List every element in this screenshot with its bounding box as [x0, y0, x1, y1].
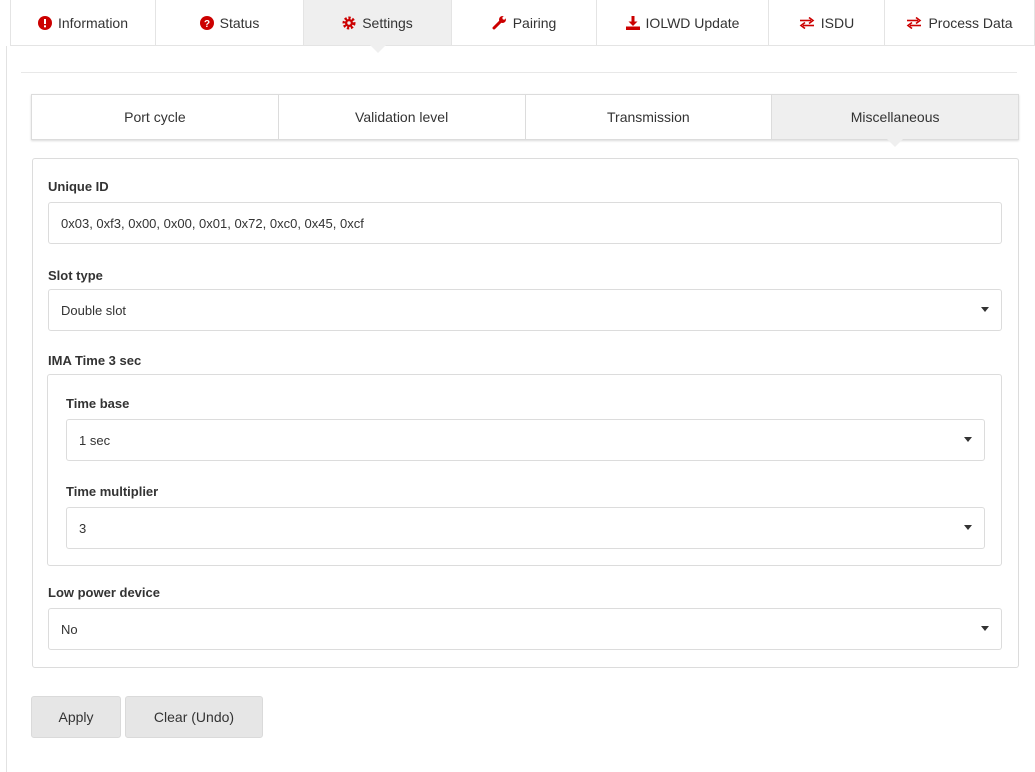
exclamation-circle-icon	[37, 15, 52, 30]
slot-type-label: Slot type	[48, 268, 103, 283]
tab-pairing[interactable]: Pairing	[452, 0, 597, 45]
clear-undo-button[interactable]: Clear (Undo)	[125, 696, 263, 738]
download-icon	[625, 15, 640, 30]
tab-miscellaneous[interactable]: Miscellaneous	[772, 95, 1018, 147]
slot-type-value: Double slot	[61, 302, 127, 318]
tab-process-data[interactable]: Process Data	[885, 0, 1034, 45]
time-multiplier-label: Time multiplier	[66, 484, 159, 499]
tab-label: Status	[219, 14, 260, 31]
chevron-down-icon	[964, 525, 972, 530]
tab-isdu[interactable]: ISDU	[769, 0, 885, 45]
low-power-label: Low power device	[48, 585, 160, 600]
top-tab-bar: Information ? Status Settings Pairing IO…	[10, 0, 1035, 53]
gear-icon	[342, 16, 356, 30]
tab-label: ISDU	[820, 14, 855, 31]
slot-type-select[interactable]: Double slot	[48, 289, 1002, 331]
tab-port-cycle[interactable]: Port cycle	[32, 95, 279, 139]
chevron-down-icon	[981, 307, 989, 312]
tab-label: Process Data	[928, 14, 1013, 31]
apply-button[interactable]: Apply	[31, 696, 121, 738]
tab-label: IOLWD Update	[645, 14, 740, 31]
time-multiplier-value: 3	[79, 520, 87, 536]
tab-information[interactable]: Information	[11, 0, 156, 45]
time-multiplier-select[interactable]: 3	[66, 507, 985, 549]
left-divider	[6, 46, 7, 772]
exchange-icon	[799, 16, 815, 29]
tab-transmission[interactable]: Transmission	[526, 95, 773, 139]
time-base-select[interactable]: 1 sec	[66, 419, 985, 461]
tab-label: Pairing	[512, 14, 557, 31]
tab-iolwd-update[interactable]: IOLWD Update	[597, 0, 769, 45]
tab-label: Information	[57, 14, 129, 31]
unique-id-field[interactable]: 0x03, 0xf3, 0x00, 0x00, 0x01, 0x72, 0xc0…	[48, 202, 1002, 244]
unique-id-value: 0x03, 0xf3, 0x00, 0x00, 0x01, 0x72, 0xc0…	[61, 215, 364, 231]
tab-validation-level[interactable]: Validation level	[279, 95, 526, 139]
tab-settings[interactable]: Settings	[304, 0, 452, 53]
unique-id-label: Unique ID	[48, 179, 109, 194]
low-power-value: No	[61, 621, 78, 637]
exchange-icon	[906, 16, 922, 29]
question-circle-icon: ?	[199, 15, 214, 30]
ima-time-label: IMA Time 3 sec	[48, 353, 142, 368]
sub-tab-bar: Port cycle Validation level Transmission…	[31, 94, 1019, 147]
chevron-down-icon	[964, 437, 972, 442]
low-power-select[interactable]: No	[48, 608, 1002, 650]
svg-text:?: ?	[204, 19, 210, 30]
time-base-label: Time base	[66, 396, 130, 411]
wrench-icon	[492, 15, 507, 30]
tab-status[interactable]: ? Status	[156, 0, 304, 45]
chevron-down-icon	[981, 626, 989, 631]
tab-label: Settings	[362, 14, 413, 31]
time-base-value: 1 sec	[79, 432, 111, 448]
